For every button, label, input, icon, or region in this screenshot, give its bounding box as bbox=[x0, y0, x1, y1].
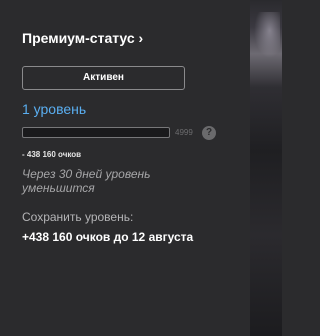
progress-max-value: 4999 bbox=[175, 128, 193, 137]
points-delta: - 438 160 очков bbox=[22, 150, 82, 159]
keep-level-requirement: +438 160 очков до 12 августа bbox=[22, 230, 194, 244]
keep-level-label: Сохранить уровень: bbox=[22, 210, 134, 224]
level-label: 1 уровень bbox=[22, 101, 87, 117]
premium-status-panel: Премиум-статус › Активен 1 уровень 4999 … bbox=[0, 0, 250, 336]
question-mark-icon[interactable]: ? bbox=[202, 126, 216, 140]
premium-status-title-link[interactable]: Премиум-статус › bbox=[22, 30, 143, 46]
level-decrease-warning: Через 30 дней уровень уменьшится bbox=[22, 167, 151, 195]
level-progress-bar bbox=[22, 127, 170, 138]
status-active-button[interactable]: Активен bbox=[22, 66, 185, 90]
background-photo bbox=[250, 0, 282, 336]
